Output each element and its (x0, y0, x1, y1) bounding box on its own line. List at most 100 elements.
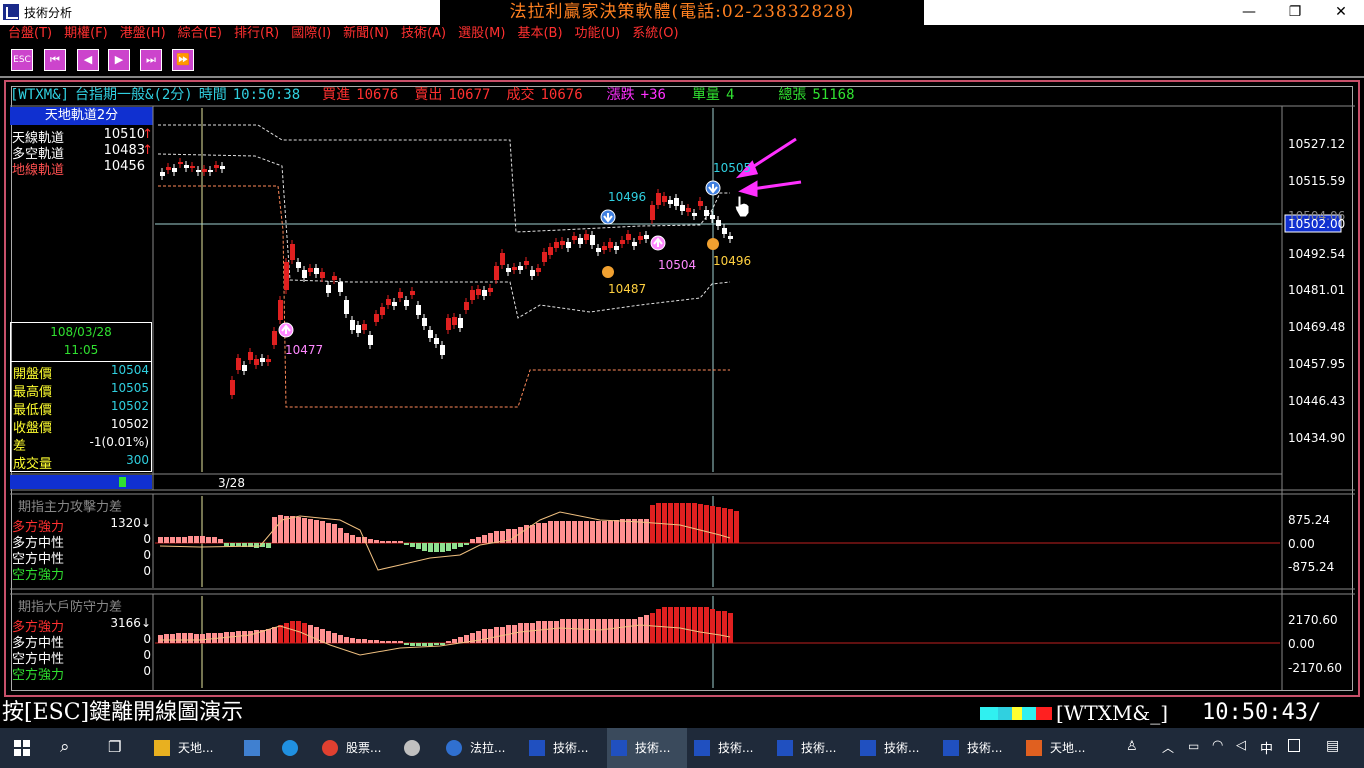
tray-chevron-icon[interactable]: ︿ (1162, 739, 1174, 756)
defense-bar (572, 619, 577, 643)
taskbar-item[interactable]: 技術... (773, 728, 853, 768)
attack-bar (266, 543, 271, 548)
candle-body (326, 285, 331, 293)
defense-bar (266, 629, 271, 643)
notification-icon[interactable]: ▤ (1326, 738, 1339, 754)
candle-body (674, 198, 679, 206)
volume-icon[interactable]: ◁ (1236, 738, 1246, 753)
defense-bar (620, 619, 625, 643)
candle-body (190, 166, 195, 168)
defense-bar (350, 638, 355, 643)
candle-body (392, 302, 397, 306)
taskbar-item[interactable]: 技術... (856, 728, 936, 768)
attack-bar (482, 535, 487, 543)
attack-bar (716, 507, 721, 543)
ime-icon[interactable] (1288, 739, 1300, 752)
defense-bar (728, 613, 733, 643)
attack-bar (446, 543, 451, 551)
attack-bar (494, 531, 499, 543)
defense-bar (368, 640, 373, 643)
taskbar-item[interactable]: 技術... (525, 728, 605, 768)
attack-bar (662, 503, 667, 543)
defense-bar (488, 629, 493, 643)
defense-bar (230, 632, 235, 643)
people-icon[interactable]: ♙ (1126, 739, 1138, 754)
candle-body (196, 170, 201, 172)
taskbar-item[interactable]: 法拉... (442, 728, 522, 768)
attack-bar (350, 535, 355, 543)
candle-body (668, 200, 673, 204)
status-clock: 10:50:43/ (1202, 700, 1322, 725)
candle-body (166, 167, 171, 170)
y-axis-label: 10457.95 (1288, 357, 1346, 371)
taskbar-item[interactable]: 股票... (318, 728, 398, 768)
defense-bar (392, 641, 397, 643)
defense-bar (626, 619, 631, 643)
task-view-icon[interactable]: ❐ (108, 738, 121, 756)
defense-bar (410, 643, 415, 646)
defense-bar (374, 640, 379, 643)
attack-bar (440, 543, 445, 552)
candle-body (470, 290, 475, 300)
y-axis-label: 10515.59 (1288, 174, 1346, 188)
attack-bar (254, 543, 259, 548)
hand-cursor-icon (734, 195, 750, 218)
candle-body (296, 262, 301, 268)
defense-bar (584, 619, 589, 643)
tray-network-icon[interactable]: ▭ (1188, 739, 1199, 753)
attack-bar (296, 517, 301, 543)
taskbar-item[interactable]: 技術... (607, 728, 687, 768)
candle-body (608, 242, 613, 248)
candle-body (356, 325, 361, 333)
candle-body (214, 165, 219, 168)
defense-bar (686, 607, 691, 643)
taskbar-item[interactable]: 天地... (150, 728, 230, 768)
candle-body (446, 318, 451, 330)
attack-bar (722, 508, 727, 543)
candle-body (344, 300, 349, 314)
taskbar-item[interactable]: 技術... (939, 728, 1019, 768)
input-language[interactable]: 中 (1260, 738, 1273, 757)
candle-body (632, 242, 637, 246)
attack-bar (176, 537, 181, 543)
attack-bar (698, 504, 703, 543)
attack-bar (422, 543, 427, 551)
search-icon[interactable]: ⌕ (60, 737, 70, 757)
attack-bar (566, 521, 571, 543)
candle-body (506, 268, 511, 272)
attack-bar (536, 523, 541, 543)
defense-bar (254, 630, 259, 643)
attack-bar (428, 543, 433, 552)
attack-bar (620, 519, 625, 543)
defense-bar (674, 607, 679, 643)
marker-label: 10496 (713, 254, 752, 268)
defense-bar (170, 634, 175, 643)
sub2-axis-label: 0.00 (1288, 637, 1315, 651)
defense-bar (242, 631, 247, 643)
candle-body (404, 300, 409, 306)
candle-body (350, 320, 355, 330)
defense-bar (380, 641, 385, 643)
defense-bar (602, 619, 607, 643)
taskbar-item[interactable] (240, 728, 270, 768)
attack-bar (302, 518, 307, 543)
attack-bar (602, 521, 607, 543)
candle-body (614, 246, 619, 250)
taskbar-item[interactable]: 天地... (1022, 728, 1102, 768)
defense-bar (614, 619, 619, 643)
taskbar-item[interactable]: 技術... (690, 728, 770, 768)
defense-bar (164, 634, 169, 643)
attack-bar (344, 533, 349, 543)
sub-label: 空方強力 (12, 568, 65, 583)
taskbar-item[interactable] (400, 728, 430, 768)
sub-value: 0 (143, 664, 151, 678)
attack-bar (374, 540, 379, 543)
upper-orbit-line (158, 124, 730, 233)
taskbar-item[interactable] (278, 728, 308, 768)
wifi-icon[interactable]: ◠ (1212, 738, 1223, 753)
defense-bar (578, 619, 583, 643)
attack-bar (704, 505, 709, 543)
attack-bar (434, 543, 439, 552)
attack-bar (476, 537, 481, 543)
windows-start-icon[interactable] (14, 740, 30, 756)
